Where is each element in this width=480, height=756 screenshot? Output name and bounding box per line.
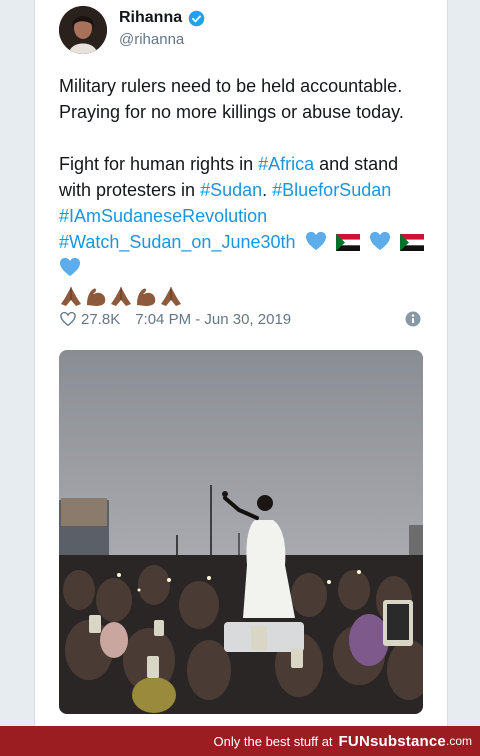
text-fragment: and stand [314,154,399,174]
author-name-row[interactable]: Rihanna [119,9,205,27]
tweet-line: Praying for no more killings or abuse to… [59,102,404,122]
tweet-card: Rihanna @rihanna Military rulers need to… [34,0,448,726]
hashtag-iamsudaneserevolution[interactable]: #IAmSudaneseRevolution [59,206,267,226]
text-fragment: . [262,180,273,200]
blue-heart-icon [369,231,390,251]
author-handle[interactable]: @rihanna [119,31,184,48]
footer-tagline: Only the best stuff at [213,733,333,749]
hashtag-africa[interactable]: #Africa [258,154,314,174]
emoji-row [59,285,429,307]
verified-badge-icon [188,10,205,26]
flexed-biceps-icon [137,288,156,306]
blue-heart-icon [305,231,326,251]
avatar[interactable] [59,6,107,54]
info-icon[interactable] [405,311,421,327]
like-heart-icon[interactable] [59,310,77,328]
timestamp[interactable]: 7:04 PM - Jun 30, 2019 [135,311,291,328]
tweet-line [59,255,429,281]
tweet-text: Military rulers need to be held accounta… [59,73,429,307]
praying-hands-icon [111,287,131,306]
praying-hands-icon [61,287,81,306]
footer-domain: .com [445,734,472,748]
like-count[interactable]: 27.8K [81,311,120,328]
hashtag-blueforsudan[interactable]: #BlueforSudan [272,180,391,200]
text-fragment: with protesters in [59,180,201,200]
hashtag-sudan[interactable]: #Sudan [200,180,262,200]
tweet-photo[interactable] [59,350,423,714]
tweet-meta: 27.8K 7:04 PM - Jun 30, 2019 [59,310,421,328]
hashtag-watch-sudan[interactable]: #Watch_Sudan_on_June30th [59,232,296,252]
tweet-line: with protesters in #Sudan. #BlueforSudan [59,177,429,203]
text-fragment: Fight for human rights in [59,154,259,174]
flexed-biceps-icon [87,288,106,306]
author-name[interactable]: Rihanna [119,9,182,27]
sudan-flag-icon [335,234,360,251]
footer-brand: FUNsubstance [338,732,446,750]
site-footer[interactable]: Only the best stuff at FUNsubstance .com [0,726,480,756]
sudan-flag-icon [399,234,424,251]
blue-heart-icon [60,257,80,277]
tweet-line: #Watch_Sudan_on_June30th [59,229,429,255]
tweet-line: Military rulers need to be held accounta… [59,76,403,96]
tweet-line: #IAmSudaneseRevolution [59,203,429,229]
tweet-line: Fight for human rights in #Africa and st… [59,151,429,177]
praying-hands-icon [161,287,181,306]
